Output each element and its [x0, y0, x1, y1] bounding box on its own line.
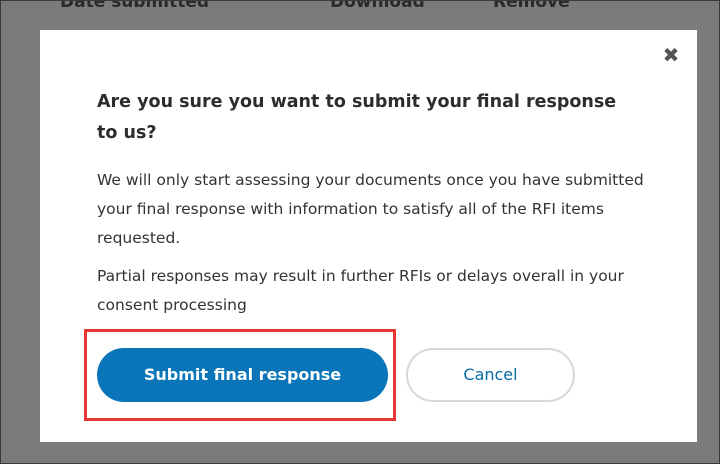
- cancel-button[interactable]: Cancel: [406, 348, 575, 402]
- column-date-submitted: Date submitted: [60, 0, 210, 12]
- column-download: Download: [330, 0, 425, 12]
- dialog-title: Are you sure you want to submit your fin…: [97, 92, 617, 143]
- close-icon[interactable]: ✖: [661, 45, 681, 65]
- submit-final-response-button[interactable]: Submit final response: [97, 348, 388, 402]
- dialog-paragraph-partial: Partial responses may result in further …: [97, 267, 624, 314]
- column-remove: Remove: [493, 0, 570, 12]
- background-table-header: Date submitted Download Remove: [0, 0, 720, 16]
- confirm-submit-dialog: ✖ Are you sure you want to submit your f…: [40, 30, 697, 442]
- dialog-paragraph-assessment: We will only start assessing your docume…: [97, 171, 644, 247]
